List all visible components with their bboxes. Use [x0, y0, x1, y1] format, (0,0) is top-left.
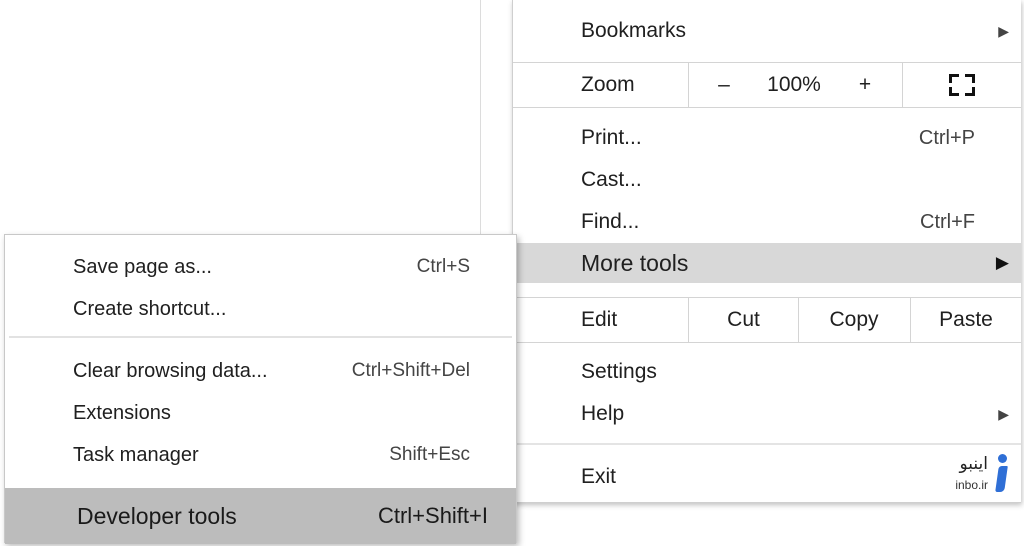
submenu-item-task-manager[interactable]: Task manager Shift+Esc — [5, 435, 516, 475]
paste-button[interactable]: Paste — [911, 298, 1021, 342]
menu-item-settings[interactable]: Settings — [513, 352, 1021, 392]
menu-item-bookmarks[interactable]: Bookmarks ▶ — [513, 11, 1021, 51]
menu-item-label: Help — [581, 402, 625, 425]
submenu-item-label: Save page as... — [73, 255, 212, 278]
more-tools-submenu: Save page as... Ctrl+S Create shortcut..… — [4, 234, 517, 544]
menu-item-label: Bookmarks — [581, 19, 687, 42]
watermark-logo: اینبو inbo.ir — [938, 452, 1012, 496]
submenu-item-create-shortcut[interactable]: Create shortcut... — [5, 289, 516, 329]
edit-row: Edit Cut Copy Paste — [513, 297, 1021, 343]
watermark-text-fa: اینبو — [959, 454, 989, 474]
fullscreen-button[interactable] — [903, 63, 1021, 107]
menu-item-help[interactable]: Help ▶ — [513, 394, 1021, 434]
zoom-label: Zoom — [581, 73, 635, 96]
zoom-in-button[interactable]: + — [829, 63, 901, 107]
submenu-item-extensions[interactable]: Extensions — [5, 393, 516, 433]
shortcut-text: Ctrl+Shift+I — [377, 503, 488, 528]
menu-item-cast[interactable]: Cast... — [513, 160, 1021, 200]
cut-button[interactable]: Cut — [689, 298, 798, 342]
edit-label: Edit — [581, 308, 618, 331]
submenu-item-clear-browsing-data[interactable]: Clear browsing data... Ctrl+Shift+Del — [5, 351, 516, 391]
submenu-item-label: Task manager — [73, 443, 199, 466]
shortcut-text: Ctrl+Shift+Del — [351, 360, 470, 381]
menu-item-label: Cast... — [581, 168, 642, 191]
submenu-item-save-page[interactable]: Save page as... Ctrl+S — [5, 247, 516, 287]
background-divider — [480, 0, 481, 234]
shortcut-text: Ctrl+P — [918, 126, 975, 149]
submenu-item-label: Create shortcut... — [73, 297, 227, 320]
copy-button[interactable]: Copy — [799, 298, 909, 342]
info-i-icon — [994, 454, 1010, 492]
menu-item-more-tools[interactable]: More tools ▶ — [513, 243, 1021, 283]
shortcut-text: Shift+Esc — [389, 444, 470, 465]
submenu-item-developer-tools[interactable]: Developer tools Ctrl+Shift+I — [5, 488, 516, 544]
menu-item-label: Settings — [581, 360, 657, 383]
fullscreen-icon — [949, 74, 975, 96]
menu-separator — [513, 443, 1021, 445]
submenu-item-label: Extensions — [73, 401, 171, 424]
zoom-row: Zoom – 100% + — [513, 62, 1021, 108]
zoom-value: 100% — [767, 73, 821, 96]
menu-item-print[interactable]: Print... Ctrl+P — [513, 118, 1021, 158]
triangle-right-icon: ▶ — [998, 405, 1009, 422]
menu-item-label: More tools — [581, 249, 689, 276]
watermark-text-en: inbo.ir — [955, 478, 988, 492]
submenu-item-label: Clear browsing data... — [73, 359, 268, 382]
triangle-right-icon: ▶ — [998, 22, 1009, 39]
submenu-item-label: Developer tools — [77, 502, 237, 529]
chrome-main-menu: Bookmarks ▶ Zoom – 100% + Print... Ctrl+… — [512, 0, 1021, 503]
shortcut-text: Ctrl+F — [920, 210, 975, 233]
triangle-right-icon: ▶ — [995, 253, 1009, 272]
zoom-out-button[interactable]: – — [689, 63, 759, 107]
submenu-separator — [9, 336, 512, 338]
menu-item-find[interactable]: Find... Ctrl+F — [513, 202, 1021, 242]
shortcut-text: Ctrl+S — [416, 256, 470, 277]
